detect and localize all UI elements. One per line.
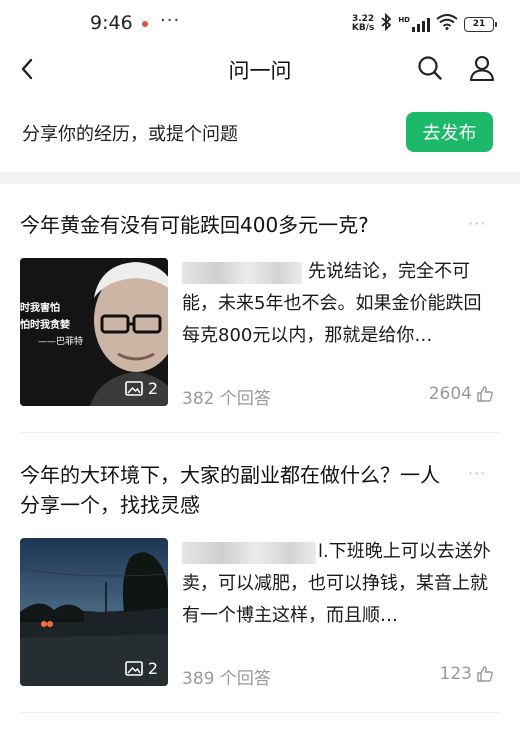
- compose-prompt[interactable]: 分享你的经历，或提个问题: [22, 120, 238, 146]
- question-card[interactable]: 今年黄金有没有可能跌回400多元一克? ··· 时我害怕 怕时我贪婪 ——巴菲特…: [0, 184, 520, 434]
- profile-button[interactable]: [466, 52, 498, 84]
- thumbnail-caption: 时我害怕 怕时我贪婪 ——巴菲特: [20, 300, 83, 351]
- status-more-icon: ···: [160, 10, 181, 31]
- status-time: 9:46: [90, 12, 133, 34]
- answer-excerpt[interactable]: 先说结论，完全不可能，未来5年也不会。如果金价能跌回每克800元以内，那就是给你…: [182, 256, 494, 352]
- cellular-signal-icon: HD: [398, 16, 430, 32]
- nav-bar: 问一问: [0, 46, 520, 92]
- like-count: 123: [439, 664, 472, 684]
- image-icon: [125, 381, 143, 396]
- network-speed-unit: KB/s: [351, 23, 375, 33]
- wifi-icon: [436, 14, 458, 34]
- question-card[interactable]: 今年的大环境下，大家的副业都在做什么？一人分享一个，找找灵感 ··· 2 l.下…: [0, 434, 520, 724]
- thumbs-up-icon: [477, 386, 493, 402]
- section-divider: [0, 172, 520, 184]
- answer-thumbnail[interactable]: 时我害怕 怕时我贪婪 ——巴菲特 2: [20, 258, 168, 406]
- item-separator: [20, 432, 500, 433]
- excerpt-first-line: 先说结论，完全不可: [308, 261, 470, 282]
- notification-dot-icon: [142, 21, 148, 27]
- image-count: 2: [125, 379, 158, 398]
- question-title[interactable]: 今年黄金有没有可能跌回400多元一克?: [20, 210, 450, 240]
- battery-level: 21: [472, 19, 486, 29]
- more-options-icon[interactable]: ···: [468, 464, 486, 483]
- like-count: 2604: [428, 384, 472, 404]
- image-count: 2: [125, 659, 158, 678]
- image-count-value: 2: [147, 379, 158, 398]
- image-icon: [125, 661, 143, 676]
- status-indicators: 3.22 KB/s HD 21: [352, 12, 497, 36]
- like-button[interactable]: 123: [440, 664, 494, 684]
- excerpt-rest: 能，未来5年也不会。如果金价能跌回每克800元以内，那就是给你…: [182, 293, 482, 346]
- image-count-value: 2: [147, 659, 158, 678]
- status-bar: 9:46 ··· 3.22 KB/s HD 21: [0, 0, 520, 46]
- answer-excerpt[interactable]: l.下班晚上可以去送外卖，可以减肥，也可以挣钱，某音上就有一个博主这样，而且顺…: [182, 536, 494, 632]
- question-title[interactable]: 今年的大环境下，大家的副业都在做什么？一人分享一个，找找灵感: [20, 460, 450, 520]
- hd-label: HD: [398, 16, 410, 24]
- battery-icon: 21: [464, 16, 497, 32]
- answer-count: 382 个回答: [182, 389, 271, 409]
- like-button[interactable]: 2604: [429, 384, 494, 404]
- search-icon: [418, 56, 442, 80]
- thumbnail-caption-line: 怕时我贪婪: [20, 320, 70, 331]
- thumbnail-caption-line: 时我害怕: [20, 303, 60, 314]
- thumbnail-caption-attribution: ——巴菲特: [38, 337, 84, 347]
- answer-count: 389 个回答: [182, 669, 271, 689]
- bluetooth-icon: [380, 12, 392, 35]
- search-button[interactable]: [414, 52, 446, 84]
- compose-bar: 分享你的经历，或提个问题 去发布: [0, 100, 520, 170]
- thumbs-up-icon: [477, 666, 493, 682]
- excerpt-first-line: l.下班晚上可以去送: [318, 541, 473, 562]
- network-speed: 3.22 KB/s: [352, 15, 374, 33]
- answer-thumbnail[interactable]: 2: [20, 538, 168, 686]
- publish-button[interactable]: 去发布: [406, 112, 493, 152]
- user-icon: [469, 55, 495, 82]
- more-options-icon[interactable]: ···: [468, 214, 486, 233]
- item-separator: [20, 712, 500, 713]
